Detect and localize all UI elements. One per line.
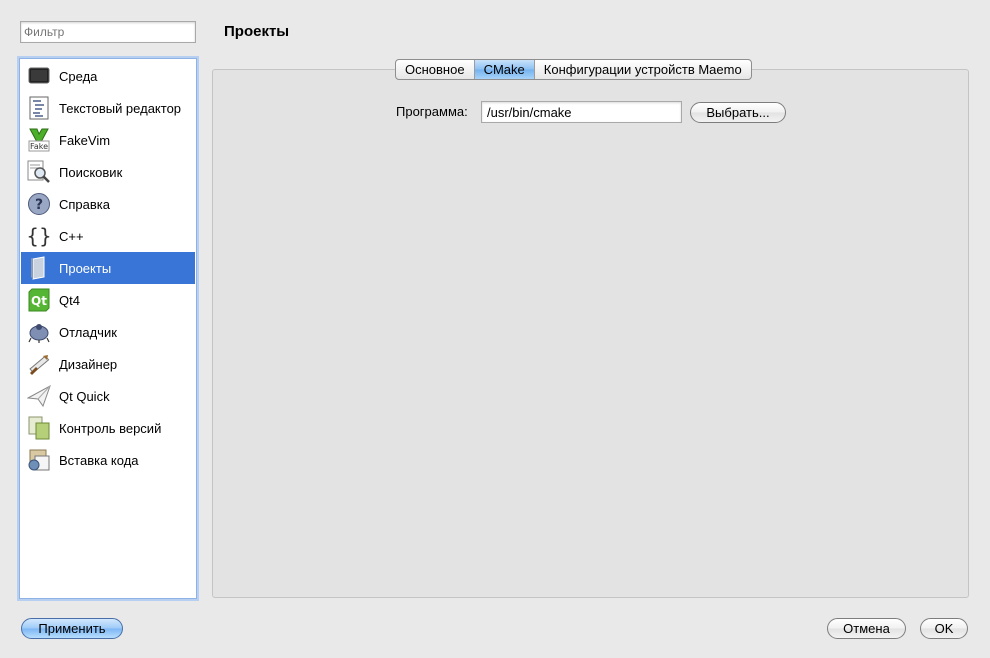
- bug-icon: [27, 320, 51, 344]
- braces-icon: {}: [27, 224, 51, 248]
- page-title: Проекты: [224, 23, 290, 40]
- version-control-icon: [27, 416, 51, 440]
- tab-maemo-device-configurations[interactable]: Конфигурации устройств Maemo: [535, 60, 751, 79]
- sidebar-item-label: Qt4: [59, 292, 80, 308]
- paper-plane-icon: [27, 384, 51, 408]
- sidebar-item-label: Дизайнер: [59, 356, 118, 372]
- sidebar-item-designer[interactable]: Дизайнер: [21, 348, 195, 380]
- svg-text:?: ?: [35, 197, 43, 213]
- sidebar-item-label: Контроль версий: [59, 420, 162, 436]
- sidebar-item-qt4[interactable]: Qt Qt4: [21, 284, 195, 316]
- sidebar-item-code-paste[interactable]: Вставка кода: [21, 444, 195, 476]
- sidebar-item-text-editor[interactable]: Текстовый редактор: [21, 92, 195, 124]
- text-editor-icon: [27, 96, 51, 120]
- fakevim-icon: Fake: [27, 128, 51, 152]
- tab-cmake[interactable]: CMake: [474, 60, 535, 79]
- help-icon: ?: [27, 192, 51, 216]
- qt-icon: Qt: [27, 288, 51, 312]
- sidebar-item-label: Вставка кода: [59, 452, 139, 468]
- sidebar-item-qt-quick[interactable]: Qt Quick: [21, 380, 195, 412]
- sidebar-item-label: Среда: [59, 68, 98, 84]
- monitor-icon: [27, 64, 51, 88]
- filter-input[interactable]: [20, 21, 196, 43]
- ok-button[interactable]: OK: [920, 618, 968, 639]
- browse-button[interactable]: Выбрать...: [690, 102, 786, 123]
- sidebar-item-help[interactable]: ? Справка: [21, 188, 195, 220]
- cmake-path-input[interactable]: [481, 101, 682, 123]
- program-label: Программа:: [396, 104, 468, 119]
- sidebar-item-label: Отладчик: [59, 324, 117, 340]
- sidebar-item-label: C++: [59, 228, 84, 244]
- svg-text:Fake: Fake: [30, 142, 48, 151]
- settings-panel: [212, 69, 969, 598]
- locator-icon: [27, 160, 51, 184]
- sidebar-item-projects[interactable]: Проекты: [21, 252, 195, 284]
- sidebar-item-label: Проекты: [59, 260, 112, 276]
- designer-icon: [27, 352, 51, 376]
- cancel-button[interactable]: Отмена: [827, 618, 906, 639]
- sidebar-item-debugger[interactable]: Отладчик: [21, 316, 195, 348]
- tab-bar: Основное CMake Конфигурации устройств Ma…: [395, 59, 752, 80]
- sidebar-item-label: Текстовый редактор: [59, 100, 182, 116]
- sidebar-item-locator[interactable]: Поисковик: [21, 156, 195, 188]
- snippets-icon: [27, 448, 51, 472]
- apply-button[interactable]: Применить: [21, 618, 123, 639]
- sidebar-item-label: FakeVim: [59, 132, 111, 148]
- sidebar-item-fakevim[interactable]: Fake FakeVim: [21, 124, 195, 156]
- sidebar-item-label: Qt Quick: [59, 388, 110, 404]
- sidebar-item-cpp[interactable]: {} C++: [21, 220, 195, 252]
- svg-text:Qt: Qt: [31, 294, 47, 308]
- sidebar-item-label: Справка: [59, 196, 110, 212]
- tab-general[interactable]: Основное: [396, 60, 475, 79]
- projects-icon: [27, 256, 51, 280]
- category-list[interactable]: Среда Текстовый редактор Fake FakeVim По…: [19, 58, 197, 599]
- sidebar-item-version-control[interactable]: Контроль версий: [21, 412, 195, 444]
- sidebar-item-label: Поисковик: [59, 164, 123, 180]
- sidebar-item-environment[interactable]: Среда: [21, 60, 195, 92]
- svg-text:{}: {}: [27, 224, 51, 248]
